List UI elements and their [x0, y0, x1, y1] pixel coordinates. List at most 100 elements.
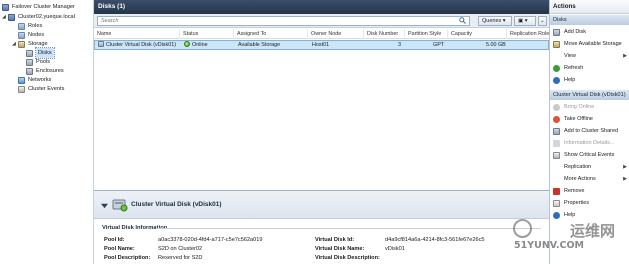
critical-events-icon [553, 151, 560, 159]
table-row[interactable]: Cluster Virtual Disk (vDisk01) Online Av… [94, 40, 549, 50]
details-header: Cluster Virtual Disk (vDisk01) [94, 191, 549, 219]
online-status-icon [184, 41, 190, 47]
collapse-arrow-icon[interactable] [101, 202, 108, 209]
action-add-disk[interactable]: Add Disk [550, 26, 629, 38]
chevron-down-icon: ▾ [524, 18, 528, 24]
divider [156, 228, 541, 229]
column-header-partition-style[interactable]: Partition Style [405, 29, 448, 39]
cluster-icon [8, 13, 15, 21]
add-to-csv-icon [553, 127, 560, 135]
cell-name: Cluster Virtual Disk (vDisk01) [95, 41, 181, 49]
chevron-down-icon: ▾ [502, 18, 506, 24]
action-information-details[interactable]: Information Details... [550, 137, 629, 149]
watermark-url: 51YUNV.COM [514, 240, 585, 251]
search-input[interactable] [97, 16, 470, 26]
row-status: Online [192, 42, 208, 48]
details-title: Cluster Virtual Disk (vDisk01) [131, 201, 222, 208]
tree-item-failover-cluster-manager[interactable]: Failover Cluster Manager [2, 2, 75, 12]
column-header-capacity[interactable]: Capacity [448, 29, 507, 39]
actions-section-disks[interactable]: Disks [550, 15, 629, 25]
action-label: Add Disk [564, 29, 587, 35]
action-take-offline[interactable]: Take Offline [550, 113, 629, 125]
add-disk-icon [553, 28, 560, 36]
action-label: Replication [564, 164, 592, 170]
actions-section-virtual-disk[interactable]: Cluster Virtual Disk (vDisk01) [550, 90, 629, 100]
expand-button[interactable]: ⌄ [538, 16, 547, 26]
action-label: View [564, 53, 576, 59]
action-label: Show Critical Events [564, 152, 615, 158]
pool-description-label: Pool Description: [104, 255, 151, 261]
action-label: Move Available Storage [564, 41, 622, 47]
queries-button[interactable]: Queries ▾ [478, 16, 512, 26]
virtual-disk-icon [98, 41, 104, 47]
virtual-disk-name-label: Virtual Disk Name: [315, 246, 365, 252]
list-area [94, 51, 549, 185]
chevron-right-icon: ▶ [623, 53, 627, 59]
action-more-actions[interactable]: More Actions ▶ [550, 173, 629, 185]
row-name: Cluster Virtual Disk (vDisk01) [106, 42, 176, 48]
virtual-disk-icon [112, 199, 128, 212]
toolbar: Queries ▾ ▣ ▾ ⌄ [94, 14, 549, 28]
action-label: Bring Online [564, 104, 595, 110]
action-replication[interactable]: Replication ▶ [550, 161, 629, 173]
virtual-disk-id-label: Virtual Disk Id: [315, 237, 355, 243]
search-icon[interactable] [459, 17, 466, 24]
action-show-critical-events[interactable]: Show Critical Events [550, 149, 629, 161]
view-icon [553, 53, 560, 60]
virtual-disk-name-value: vDisk01 [385, 246, 405, 252]
enclosures-icon [26, 67, 33, 75]
tree-item-cluster-events[interactable]: Cluster Events [18, 84, 64, 94]
column-header-replication-role[interactable]: Replication Role [507, 29, 549, 39]
action-label: Properties [564, 200, 590, 206]
pools-icon [26, 58, 33, 66]
section-label: Cluster Virtual Disk (vDisk01) [553, 92, 626, 98]
action-remove[interactable]: Remove [550, 185, 629, 197]
disks-pane: Disks (1) Queries ▾ ▣ ▾ ⌄ Name Status As… [94, 0, 549, 264]
section-label: Disks [553, 17, 567, 23]
watermark-logo [513, 219, 532, 238]
pool-name-label: Pool Name: [104, 246, 135, 252]
help-icon [553, 211, 560, 219]
pool-id-label: Pool Id: [104, 237, 125, 243]
virtual-disk-id-value: d4a9cf814a6a-4214-8fc3-561fe67e26c5 [385, 237, 485, 243]
cell-partition-style: GPT [433, 42, 445, 48]
pool-description-value: Reserved for S2D [158, 255, 203, 261]
help-icon [553, 76, 560, 84]
cell-status: Online [181, 41, 235, 49]
action-properties[interactable]: Properties [550, 197, 629, 209]
refresh-icon [553, 64, 560, 72]
action-view[interactable]: View ▶ [550, 50, 629, 62]
action-refresh[interactable]: Refresh [550, 62, 629, 74]
actions-title: Actions [550, 0, 629, 14]
action-label: Refresh [564, 65, 584, 71]
column-header-name[interactable]: Name [94, 29, 180, 39]
cell-capacity: 5.00 GB [486, 42, 506, 48]
column-header-assigned-to[interactable]: Assigned To [234, 29, 308, 39]
tree-label: Failover Cluster Manager [12, 4, 75, 10]
nodes-icon [18, 31, 25, 39]
column-header-status[interactable]: Status [180, 29, 234, 39]
information-icon [553, 139, 560, 147]
action-move-available-storage[interactable]: Move Available Storage [550, 38, 629, 50]
save-icon: ▣ [518, 18, 524, 24]
chevron-right-icon: ▶ [623, 176, 627, 182]
failover-cluster-manager-icon [2, 3, 9, 11]
action-label: More Actions [564, 176, 596, 182]
save-query-button[interactable]: ▣ ▾ [514, 16, 536, 26]
action-bring-online[interactable]: Bring Online [550, 101, 629, 113]
cell-owner-node: Host01 [312, 42, 330, 48]
more-actions-icon [553, 176, 560, 183]
cluster-events-icon [18, 85, 25, 93]
column-header-disk-number[interactable]: Disk Number [364, 29, 405, 39]
chevron-right-icon: ▶ [623, 164, 627, 170]
action-add-to-cluster-shared-volumes[interactable]: Add to Cluster Shared [550, 125, 629, 137]
watermark-title: 运维网 [570, 222, 616, 240]
chevron-down-icon: ⌄ [540, 18, 545, 24]
column-headers: Name Status Assigned To Owner Node Disk … [94, 29, 549, 39]
navigation-tree: Failover Cluster Manager ◢ Cluster02.yue… [0, 0, 94, 264]
queries-label: Queries [482, 18, 502, 24]
action-help[interactable]: Help [550, 74, 629, 86]
disks-icon [26, 49, 33, 57]
action-label: Help [564, 77, 576, 83]
column-header-owner-node[interactable]: Owner Node [308, 29, 364, 39]
